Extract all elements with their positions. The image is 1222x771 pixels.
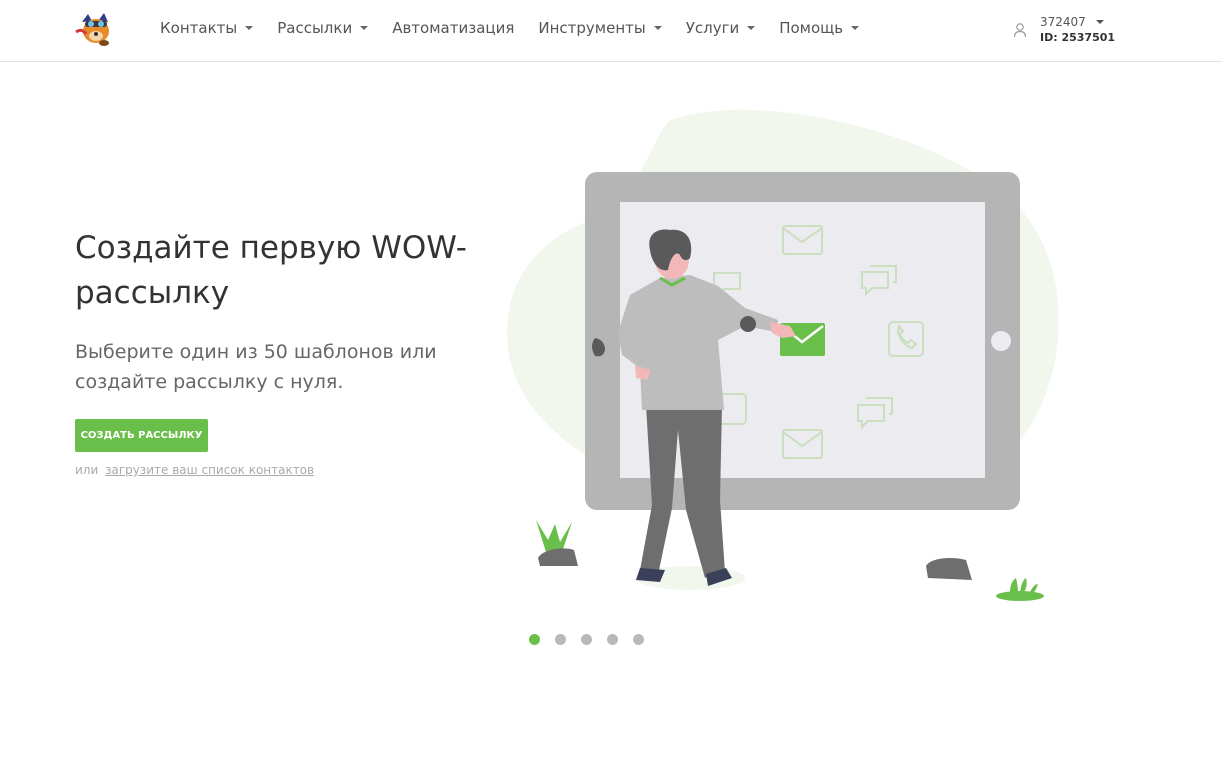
main-nav: Контакты Рассылки Автоматизация Инструме… [160,19,883,37]
carousel-dot-2[interactable] [555,634,566,645]
top-navigation-bar: Контакты Рассылки Автоматизация Инструме… [0,0,1222,62]
nav-campaigns-label: Рассылки [277,19,353,37]
chevron-down-icon [360,26,369,30]
nav-help-label: Помощь [779,19,844,37]
carousel-dot-3[interactable] [581,634,592,645]
carousel-pagination [529,634,644,645]
chevron-down-icon [653,26,662,30]
nav-tools[interactable]: Инструменты [538,19,662,37]
upload-prefix: или [75,463,99,477]
logo-icon[interactable] [74,10,116,48]
carousel-dot-4[interactable] [607,634,618,645]
upload-contacts-line: или загрузите ваш список контактов [75,463,314,477]
nav-automation-label: Автоматизация [392,19,515,37]
nav-contacts[interactable]: Контакты [160,19,254,37]
nav-campaigns[interactable]: Рассылки [277,19,369,37]
hero-subtitle: Выберите один из 50 шаблонов или создайт… [75,341,437,393]
account-name: 372407 [1040,15,1086,29]
upload-contacts-link[interactable]: загрузите ваш список контактов [105,463,314,477]
carousel-dot-1[interactable] [529,634,540,645]
hero-title: Создайте первую WOW-рассылку [75,230,467,311]
nav-services[interactable]: Услуги [685,19,756,37]
nav-services-label: Услуги [685,19,740,37]
chevron-down-icon [747,26,756,30]
account-id: ID: 2537501 [1040,31,1116,44]
chevron-down-icon [851,26,860,30]
carousel-dot-5[interactable] [633,634,644,645]
nav-contacts-label: Контакты [160,19,238,37]
chevron-down-icon [245,26,254,30]
nav-help[interactable]: Помощь [779,19,860,37]
nav-tools-label: Инструменты [538,19,646,37]
user-icon [1013,23,1027,38]
chevron-down-icon [1095,20,1104,24]
create-campaign-button[interactable]: СОЗДАТЬ РАССЫЛКУ [75,419,208,452]
account-name-row: 372407 [1040,14,1115,30]
nav-automation[interactable]: Автоматизация [392,19,514,37]
account-info: 372407 ID: 2537501 [1040,14,1115,46]
hero-illustration [506,109,1059,601]
account-menu[interactable]: 372407 ID: 2537501 [1012,14,1115,46]
